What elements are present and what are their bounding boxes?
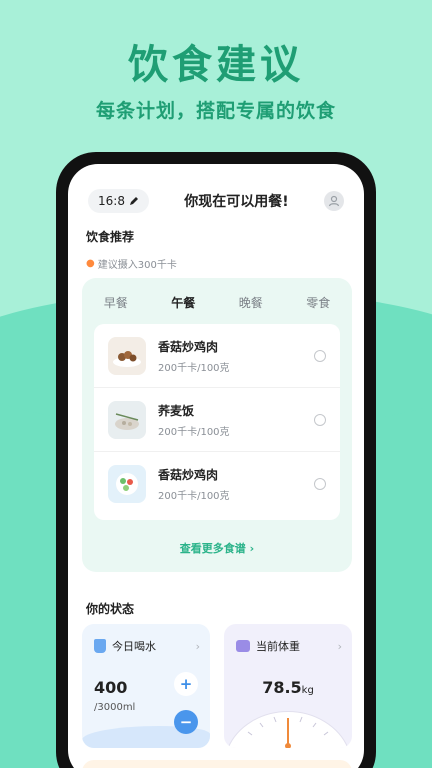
meal-tabs: 早餐 午餐 晚餐 零食 — [82, 278, 352, 324]
chevron-right-icon: › — [195, 639, 200, 653]
select-radio[interactable] — [314, 413, 326, 426]
phone-screen: 16:8 你现在可以用餐! 饮食推荐 ● 建议摄入300千卡 早餐 午餐 晚餐 … — [68, 164, 364, 768]
fasting-time: 16:8 — [98, 194, 125, 208]
water-value: 400 — [94, 678, 128, 697]
scale-icon — [236, 640, 250, 652]
tab-snack[interactable]: 零食 — [306, 294, 330, 324]
more-recipes-link[interactable]: 查看更多食谱 › — [82, 540, 352, 556]
food-item[interactable]: 香菇炒鸡肉 200千卡/100克 — [94, 324, 340, 388]
water-card[interactable]: 今日喝水 › 400 /3000ml + − — [82, 624, 210, 748]
phone-frame: 16:8 你现在可以用餐! 饮食推荐 ● 建议摄入300千卡 早餐 午餐 晚餐 … — [56, 152, 376, 768]
fire-icon: ● — [86, 258, 95, 269]
weight-gauge — [227, 710, 349, 748]
tab-breakfast[interactable]: 早餐 — [104, 294, 128, 324]
select-radio[interactable] — [314, 478, 326, 490]
hero-title: 饮食建议 — [128, 42, 304, 88]
pen-icon — [129, 197, 138, 205]
weight-card[interactable]: 当前体重 › 78.5kg — [224, 624, 352, 748]
calorie-hint: ● 建议摄入300千卡 — [86, 256, 177, 271]
remove-water-button[interactable]: − — [174, 710, 198, 734]
chevron-right-icon: › — [337, 639, 342, 653]
user-icon — [328, 195, 340, 207]
select-radio[interactable] — [314, 349, 326, 362]
food-item[interactable]: 香菇炒鸡肉 200千卡/100克 — [94, 452, 340, 516]
bottom-card-peek — [82, 760, 352, 768]
diet-section-title: 饮食推荐 — [86, 230, 135, 244]
top-bar: 16:8 你现在可以用餐! — [88, 186, 344, 216]
water-label: 今日喝水 — [112, 640, 156, 653]
food-image — [108, 336, 146, 375]
more-recipes-label: 查看更多食谱 — [179, 542, 246, 555]
food-calories: 200千卡/100克 — [158, 491, 230, 502]
food-image — [108, 465, 146, 503]
hero-subtitle: 每条计划，搭配专属的饮食 — [95, 100, 336, 122]
fasting-time-pill[interactable]: 16:8 — [88, 189, 149, 213]
tab-lunch[interactable]: 午餐 — [171, 294, 195, 324]
meal-recommendation-card: 早餐 午餐 晚餐 零食 香菇炒鸡肉 200千卡/100克 荞麦饭 200千卡/1… — [82, 278, 352, 572]
status-section-title: 你的状态 — [86, 602, 135, 616]
calorie-hint-text: 建议摄入300千卡 — [97, 260, 177, 271]
food-list: 香菇炒鸡肉 200千卡/100克 荞麦饭 200千卡/100克 香菇炒鸡肉 20… — [94, 324, 340, 520]
food-name: 香菇炒鸡肉 — [158, 339, 219, 354]
weight-label: 当前体重 — [256, 640, 300, 653]
food-image — [108, 400, 146, 439]
food-item[interactable]: 荞麦饭 200千卡/100克 — [94, 388, 340, 452]
food-calories: 200千卡/100克 — [158, 362, 230, 374]
chevron-right-icon: › — [249, 542, 255, 555]
add-water-button[interactable]: + — [174, 672, 198, 696]
tab-dinner[interactable]: 晚餐 — [239, 294, 263, 324]
food-name: 香菇炒鸡肉 — [158, 468, 219, 482]
food-name: 荞麦饭 — [158, 403, 195, 418]
cup-icon — [94, 639, 106, 653]
screen-title: 你现在可以用餐! — [184, 194, 289, 210]
water-goal: /3000ml — [94, 702, 136, 713]
food-calories: 200千卡/100克 — [158, 426, 230, 438]
avatar[interactable] — [324, 191, 344, 211]
